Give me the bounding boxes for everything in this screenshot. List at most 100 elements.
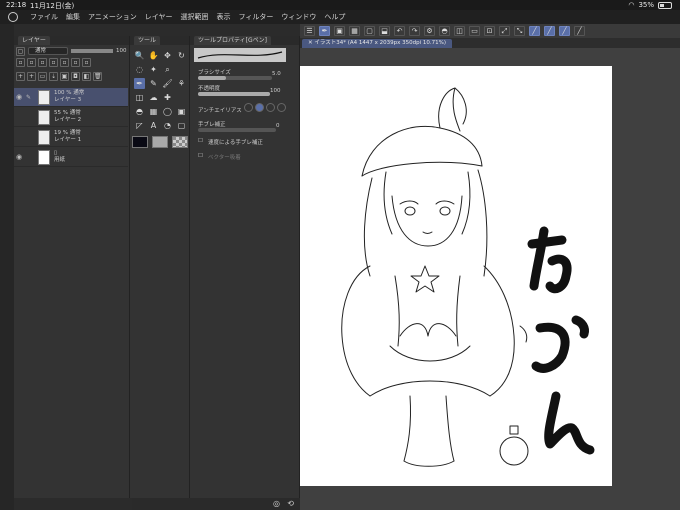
lasso-icon[interactable]: ◌	[134, 64, 145, 75]
undo-icon[interactable]: ↶	[394, 26, 405, 36]
frame-icon[interactable]: ▣	[176, 106, 187, 117]
menu-icon[interactable]: ☰	[304, 26, 315, 36]
fill-bucket-icon[interactable]: ◓	[134, 106, 145, 117]
tab-tool-property[interactable]: ツールプロパティ[Gペン]	[194, 36, 271, 45]
layer-info: ▯ 用紙	[54, 150, 65, 164]
brush-size-slider[interactable]	[198, 76, 272, 80]
menu-file[interactable]: ファイル	[30, 12, 58, 22]
palette-color-icon[interactable]: ▫	[82, 58, 91, 67]
correct-line-icon[interactable]: ✚	[162, 92, 173, 103]
main-color-swatch[interactable]	[132, 136, 148, 148]
new-icon[interactable]: ▢	[364, 26, 375, 36]
app-logo-icon[interactable]	[8, 12, 18, 22]
menu-edit[interactable]: 編集	[66, 12, 80, 22]
crop-icon[interactable]: ⊡	[484, 26, 495, 36]
fill-tool-icon[interactable]: ◓	[439, 26, 450, 36]
selection-icon[interactable]: ◫	[454, 26, 465, 36]
eye-icon[interactable]: ◉	[16, 93, 22, 101]
tab-tool[interactable]: ツール	[134, 36, 161, 45]
history-icon[interactable]: ⟲	[287, 499, 294, 508]
magic-wand-icon[interactable]: ✦	[148, 64, 159, 75]
redo-icon[interactable]: ↷	[409, 26, 420, 36]
figure-icon[interactable]: ◯	[162, 106, 173, 117]
opacity-fill	[198, 92, 270, 96]
layer-row[interactable]: ◉ ▯ 用紙	[14, 148, 128, 167]
pen-tool-icon[interactable]: ✒	[134, 78, 145, 89]
zoom-icon[interactable]: 🔍	[134, 50, 145, 61]
reference-icon[interactable]: ▫	[38, 58, 47, 67]
layer-type-icon[interactable]: ▢	[16, 46, 25, 56]
mask-add-icon[interactable]: ◘	[71, 72, 80, 81]
nav-icon[interactable]: ◎	[273, 499, 280, 508]
expand-icon[interactable]: ⤡	[514, 26, 525, 36]
layer-row[interactable]: 19 % 通常 レイヤー 1	[14, 128, 128, 147]
hand-icon[interactable]: ✋	[148, 50, 159, 61]
gradient-icon[interactable]: ▦	[148, 106, 159, 117]
menu-filter[interactable]: フィルター	[239, 12, 274, 22]
paper-canvas[interactable]	[300, 66, 612, 486]
blend-mode-select[interactable]: 通常	[28, 47, 68, 55]
opacity-slider[interactable]	[198, 92, 270, 96]
transparent-color-swatch[interactable]	[172, 136, 188, 148]
menu-help[interactable]: ヘルプ	[324, 12, 345, 22]
pen-preset-3-icon[interactable]: ╱	[559, 26, 570, 36]
merge-down-icon[interactable]: ⇣	[49, 72, 58, 81]
delete-layer-icon[interactable]: 🗑	[93, 72, 102, 81]
settings-icon[interactable]: ⚙	[424, 26, 435, 36]
menu-view[interactable]: 表示	[217, 12, 231, 22]
layer-row[interactable]: ◉ ✎ 100 % 通常 レイヤー 3	[14, 88, 128, 107]
menu-animation[interactable]: アニメーション	[88, 12, 137, 22]
copy-layer-icon[interactable]: ▣	[60, 72, 69, 81]
layer-thumbnail	[38, 89, 50, 105]
save-icon[interactable]: ⬓	[379, 26, 390, 36]
rotate-icon[interactable]: ↻	[176, 50, 187, 61]
speed-stabilization-checkbox[interactable]: ☐	[198, 138, 203, 144]
new-raster-layer-icon[interactable]: +	[16, 72, 25, 81]
fill-icon[interactable]: ◧	[82, 72, 91, 81]
sub-color-swatch[interactable]	[152, 136, 168, 148]
vector-erase-checkbox[interactable]: ☐	[198, 153, 203, 159]
eyedropper-icon[interactable]: ⌕	[162, 64, 173, 75]
pen-mode-icon[interactable]: ✒	[319, 26, 330, 36]
menu-window[interactable]: ウィンドウ	[281, 12, 316, 22]
canvas-area[interactable]	[300, 48, 680, 510]
tab-layer[interactable]: レイヤー	[18, 36, 50, 45]
tool-property-tabbar: ツールプロパティ[Gペン]	[190, 36, 299, 45]
layer-row[interactable]: 55 % 通常 レイヤー 2	[14, 108, 128, 127]
mask-icon[interactable]: ▫	[71, 58, 80, 67]
transform-icon[interactable]: ⤢	[499, 26, 510, 36]
antialias-medium-icon[interactable]	[266, 103, 275, 112]
antialias-none-icon[interactable]	[244, 103, 253, 112]
antialias-strong-icon[interactable]	[277, 103, 286, 112]
airbrush-icon[interactable]: ⚘	[176, 78, 187, 89]
lock-transparent-icon[interactable]: ▫	[60, 58, 69, 67]
stabilization-slider[interactable]	[198, 128, 276, 132]
new-folder-icon[interactable]: ▭	[38, 72, 47, 81]
text-icon[interactable]: A	[148, 120, 159, 131]
brush-icon[interactable]: 🖌	[162, 78, 173, 89]
antialias-weak-icon[interactable]	[255, 103, 264, 112]
pen-preset-2-icon[interactable]: ╱	[544, 26, 555, 36]
draft-icon[interactable]: ▫	[49, 58, 58, 67]
blend-icon[interactable]: ☁	[148, 92, 159, 103]
deselect-icon[interactable]: ▭	[469, 26, 480, 36]
document-tab[interactable]: ✕ イラスト34* (A4 1447 x 2039px 350dpi 10.71…	[302, 39, 453, 48]
balloon-icon[interactable]: ◔	[162, 120, 173, 131]
eye-icon[interactable]: ◉	[16, 153, 22, 161]
gallery-icon[interactable]: ▦	[349, 26, 360, 36]
pen-preset-1-icon[interactable]: ╱	[529, 26, 540, 36]
layer-opacity-slider[interactable]	[71, 49, 113, 53]
show-hide-icon[interactable]: ▣	[334, 26, 345, 36]
lock-icon[interactable]: ▫	[16, 58, 25, 67]
clip-icon[interactable]: ▫	[27, 58, 36, 67]
operation-icon[interactable]: ▢	[176, 120, 187, 131]
eraser-icon[interactable]: ◫	[134, 92, 145, 103]
pencil-icon[interactable]: ✎	[148, 78, 159, 89]
layer-blend-row: ▢ 通常 100	[16, 46, 128, 56]
menu-layer[interactable]: レイヤー	[145, 12, 173, 22]
move-icon[interactable]: ✥	[162, 50, 173, 61]
pen-preset-4-icon[interactable]: ╱	[574, 26, 585, 36]
menu-selection[interactable]: 選択範囲	[181, 12, 209, 22]
ruler-icon[interactable]: ◸	[134, 120, 145, 131]
new-vector-layer-icon[interactable]: +	[27, 72, 36, 81]
